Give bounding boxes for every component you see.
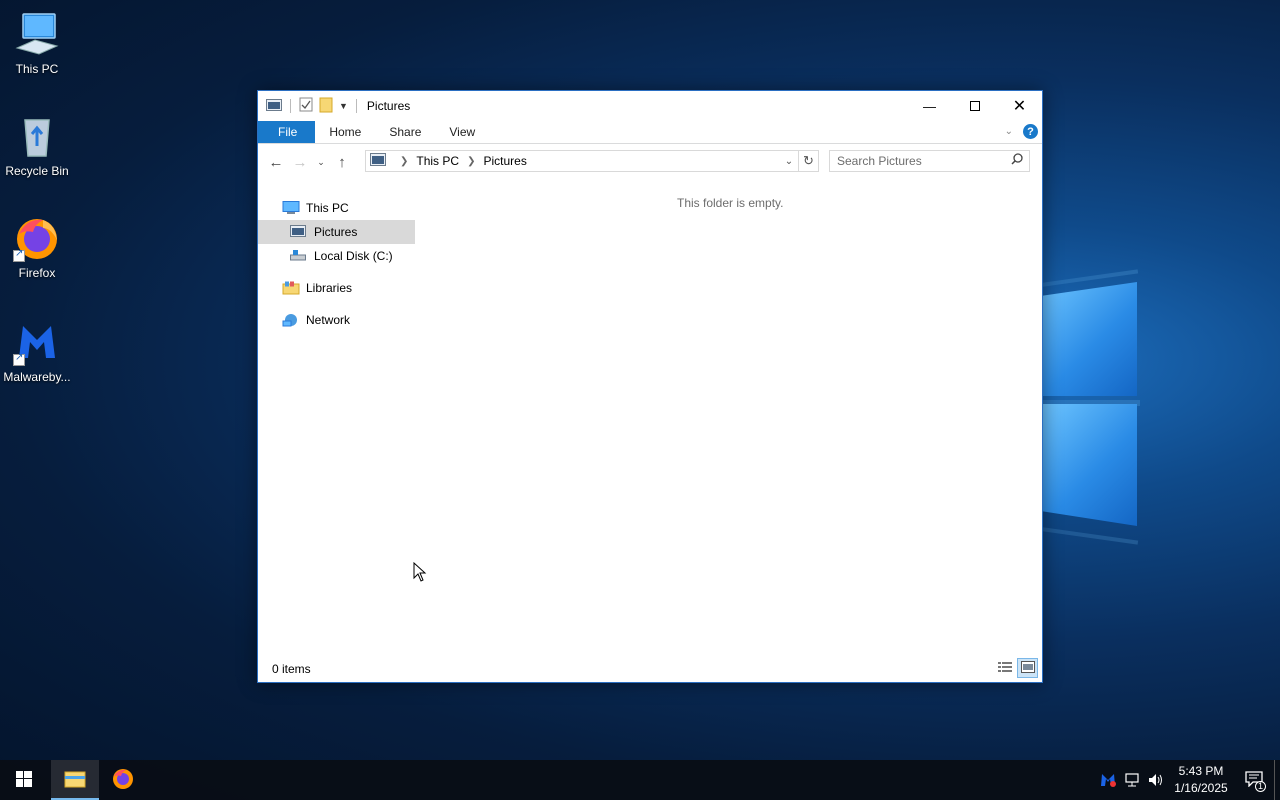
- pictures-location-icon: [370, 153, 386, 169]
- window-app-icon: [266, 98, 282, 115]
- window-title: Pictures: [366, 99, 411, 113]
- details-view-icon: [997, 661, 1012, 676]
- chevron-down-icon: ⌄: [317, 156, 325, 167]
- tree-item-label: Network: [306, 313, 351, 327]
- desktop-icon-firefox[interactable]: Firefox: [0, 214, 75, 280]
- tree-item-this-pc[interactable]: This PC: [282, 196, 412, 220]
- forward-arrow-icon: →: [292, 153, 308, 171]
- computer-icon: [282, 201, 300, 215]
- forward-button[interactable]: →: [288, 150, 312, 174]
- refresh-button[interactable]: ↻: [799, 150, 819, 172]
- breadcrumb-chevron-icon[interactable]: ❯: [467, 156, 475, 167]
- tree-item-local-disk[interactable]: Local Disk (C:): [290, 244, 415, 268]
- refresh-icon: ↻: [803, 153, 814, 168]
- back-arrow-icon: ←: [268, 153, 284, 171]
- maximize-button[interactable]: [952, 91, 997, 121]
- search-box[interactable]: [829, 150, 1030, 172]
- start-button[interactable]: [0, 760, 48, 800]
- breadcrumb-pictures[interactable]: Pictures: [483, 154, 526, 168]
- item-count: 0 items: [272, 662, 311, 676]
- help-icon[interactable]: ?: [1023, 124, 1038, 139]
- volume-icon[interactable]: [1144, 760, 1168, 800]
- large-icons-view-icon: [1020, 660, 1035, 676]
- windows-logo-icon: [16, 770, 32, 790]
- tree-item-label: This PC: [306, 201, 349, 215]
- computer-icon: [13, 10, 61, 58]
- network-icon: [282, 313, 300, 327]
- file-explorer-icon: [64, 770, 86, 791]
- back-button[interactable]: ←: [264, 150, 288, 174]
- network-tray-icon[interactable]: [1120, 760, 1144, 800]
- tree-item-label: Pictures: [314, 225, 358, 239]
- expand-ribbon-icon[interactable]: ⌄: [1005, 126, 1013, 137]
- taskbar: 5:43 PM 1/16/2025 1: [0, 760, 1280, 800]
- desktop-icon-recycle-bin[interactable]: Recycle Bin: [0, 112, 75, 178]
- new-folder-icon[interactable]: [319, 97, 333, 116]
- tree-item-pictures[interactable]: Pictures: [258, 220, 415, 244]
- tree-item-label: Libraries: [306, 281, 353, 295]
- empty-folder-message: This folder is empty.: [677, 196, 784, 210]
- tab-share[interactable]: Share: [375, 121, 435, 143]
- status-bar: 0 items: [258, 656, 1042, 682]
- ribbon-tabs: File Home Share View ⌄ ?: [258, 121, 1042, 144]
- title-bar[interactable]: ▼ Pictures — ✕: [258, 91, 1042, 121]
- action-center-button[interactable]: 1: [1234, 760, 1274, 800]
- clock-time: 5:43 PM: [1178, 764, 1224, 778]
- large-icons-view-button[interactable]: [1017, 658, 1038, 678]
- shortcut-arrow-icon: [13, 352, 25, 366]
- pictures-folder-icon: [290, 225, 308, 239]
- taskbar-firefox[interactable]: [99, 760, 147, 800]
- firefox-icon: [13, 214, 61, 262]
- breadcrumb-chevron-icon[interactable]: ❯: [400, 156, 408, 167]
- navigation-bar: ← → ⌄ ↑ ❯ This PC ❯ Pictures ⌄ ↻: [258, 144, 1042, 180]
- minimize-button[interactable]: —: [907, 91, 952, 121]
- clock-date: 1/16/2025: [1174, 781, 1228, 795]
- notification-count-badge: 1: [1255, 781, 1266, 792]
- libraries-icon: [282, 281, 300, 295]
- maximize-icon: [969, 101, 980, 111]
- minimize-icon: —: [923, 98, 936, 114]
- shortcut-arrow-icon: [13, 248, 25, 262]
- tree-item-label: Local Disk (C:): [314, 249, 393, 263]
- search-input[interactable]: [837, 154, 1007, 168]
- navigation-pane: This PC Pictures Local Disk (C:) Librari…: [258, 188, 415, 648]
- taskbar-clock[interactable]: 5:43 PM 1/16/2025: [1168, 763, 1234, 797]
- taskbar-file-explorer[interactable]: [51, 760, 99, 800]
- drive-icon: [290, 249, 308, 263]
- tree-item-libraries[interactable]: Libraries: [282, 276, 412, 300]
- address-dropdown-icon[interactable]: ⌄: [782, 153, 796, 169]
- address-bar[interactable]: ❯ This PC ❯ Pictures ⌄: [365, 150, 799, 172]
- desktop-icon-label: Recycle Bin: [5, 164, 69, 178]
- details-view-button[interactable]: [994, 658, 1015, 678]
- up-button[interactable]: ↑: [330, 150, 354, 174]
- firefox-icon: [111, 767, 135, 794]
- malwarebytes-tray-icon[interactable]: [1096, 760, 1120, 800]
- tree-item-network[interactable]: Network: [282, 308, 412, 332]
- breadcrumb-this-pc[interactable]: This PC: [416, 154, 459, 168]
- malwarebytes-icon: [13, 318, 61, 366]
- show-desktop-button[interactable]: [1274, 760, 1280, 800]
- desktop-icon-this-pc[interactable]: This PC: [0, 10, 75, 76]
- tab-view[interactable]: View: [435, 121, 489, 143]
- tab-home[interactable]: Home: [315, 121, 375, 143]
- recycle-bin-icon: [13, 112, 61, 160]
- desktop-icon-label: Firefox: [18, 266, 56, 280]
- desktop-icon-malwarebytes[interactable]: Malwareby...: [0, 318, 75, 384]
- desktop-icon-label: This PC: [15, 62, 59, 76]
- search-icon: [1011, 153, 1023, 168]
- customize-qat-dropdown-icon[interactable]: ▼: [339, 101, 348, 111]
- properties-icon[interactable]: [299, 97, 313, 115]
- file-explorer-window: ▼ Pictures — ✕ File Home Share View ⌄ ? …: [257, 90, 1043, 683]
- recent-locations-button[interactable]: ⌄: [312, 150, 330, 174]
- up-arrow-icon: ↑: [338, 153, 346, 171]
- system-tray: 5:43 PM 1/16/2025 1: [1096, 760, 1280, 800]
- tab-file[interactable]: File: [258, 121, 316, 143]
- desktop-icon-label: Malwareby...: [3, 370, 71, 384]
- close-icon: ✕: [1012, 98, 1027, 115]
- close-button[interactable]: ✕: [997, 91, 1042, 121]
- quick-access-toolbar: ▼: [258, 97, 359, 116]
